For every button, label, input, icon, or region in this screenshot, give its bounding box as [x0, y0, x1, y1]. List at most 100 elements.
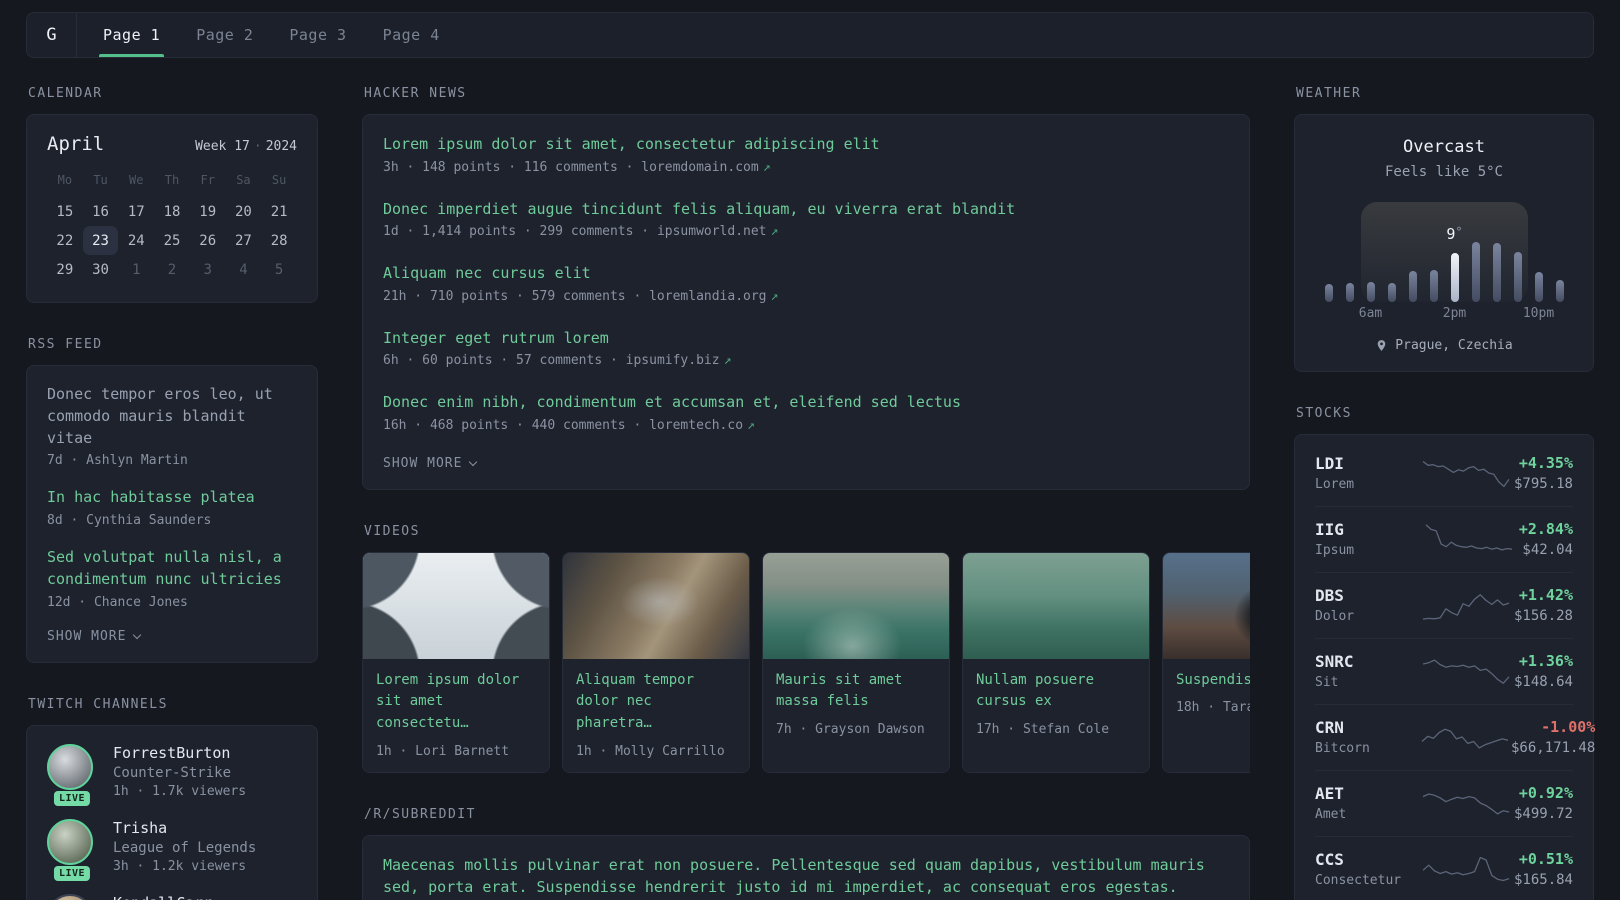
- temperature-bar: [1408, 271, 1417, 302]
- weather-hourly-chart: 9°: [1324, 202, 1564, 302]
- post-meta: 1d · 1,414 points · 299 comments · ipsum…: [383, 224, 1229, 239]
- tab-page-2[interactable]: Page 2: [178, 13, 271, 57]
- sparkline-chart: [1423, 793, 1510, 815]
- stock-sparkline-wrap: [1419, 718, 1511, 756]
- video-card[interactable]: Lorem ipsum dolor sit amet consectetu… 1h…: [362, 551, 550, 773]
- tab-page-3[interactable]: Page 3: [271, 13, 364, 57]
- rss-item-meta: 12d · Chance Jones: [47, 594, 188, 610]
- center-column: HACKER NEWS Lorem ipsum dolor sit amet, …: [362, 86, 1250, 900]
- post-domain-link[interactable]: ipsumify.biz: [626, 353, 720, 368]
- stock-row[interactable]: DBS Dolor +1.42% $156.28: [1315, 572, 1573, 638]
- tab-page-4[interactable]: Page 4: [365, 13, 458, 57]
- hackernews-item-title[interactable]: Aliquam nec cursus elit: [383, 262, 1229, 285]
- video-thumbnail: [963, 552, 1149, 659]
- calendar-day: 16: [92, 203, 109, 220]
- stock-symbol-block: CRN Bitcorn: [1315, 718, 1419, 756]
- post-meta: 21h · 710 points · 579 comments · loreml…: [383, 289, 1229, 304]
- video-meta: 7h · Grayson Dawson: [776, 721, 925, 737]
- app-logo[interactable]: G: [27, 13, 77, 57]
- stock-sparkline-wrap: [1419, 520, 1519, 558]
- hour-label: 2pm: [1442, 306, 1467, 321]
- stock-name: Sit: [1315, 675, 1339, 690]
- twitch-avatar-wrap: LIVE: [47, 743, 97, 806]
- stock-row[interactable]: CCS Consectetur +0.51% $165.84: [1315, 836, 1573, 900]
- twitch-channel-row[interactable]: KendallCarr: [47, 893, 297, 900]
- twitch-channel-row[interactable]: LIVE ForrestBurton Counter-Strike 1h · 1.7k…: [47, 743, 297, 806]
- stock-name: Dolor: [1315, 609, 1355, 624]
- video-title[interactable]: Mauris sit amet massa felis: [776, 670, 936, 713]
- video-card[interactable]: Suspendisse diam 18h · Tara: [1162, 551, 1250, 773]
- weekday-label: Fr: [200, 173, 215, 187]
- chevron-down-icon: [469, 457, 478, 466]
- stock-row[interactable]: CRN Bitcorn -1.00% $66,171.48: [1315, 704, 1595, 770]
- rss-show-more-button[interactable]: SHOW MORE: [47, 629, 297, 644]
- hackernews-item: Donec imperdiet augue tincidunt felis al…: [383, 198, 1229, 240]
- video-card[interactable]: Aliquam tempor dolor nec pharetra… 1h · M…: [562, 551, 750, 773]
- stock-row[interactable]: LDI Lorem +4.35% $795.18: [1315, 441, 1573, 506]
- video-title[interactable]: Lorem ipsum dolor sit amet consectetu…: [376, 670, 536, 735]
- video-card-body: Suspendisse diam 18h · Tara: [1163, 659, 1250, 729]
- rss-item-title[interactable]: In hac habitasse platea: [47, 487, 297, 509]
- hackernews-item-title[interactable]: Lorem ipsum dolor sit amet, consectetur …: [383, 133, 1229, 156]
- external-link-icon[interactable]: ↗: [763, 160, 771, 175]
- hackernews-item-title[interactable]: Donec enim nibh, condimentum et accumsan…: [383, 391, 1229, 414]
- post-domain-link[interactable]: loremtech.co: [649, 418, 743, 433]
- twitch-channel-row[interactable]: LIVE Trisha League of Legends 3h · 1.2k vie…: [47, 818, 297, 881]
- stock-sparkline-wrap: [1419, 784, 1514, 822]
- stock-change: -1.00%: [1541, 718, 1596, 736]
- rss-item-title[interactable]: Sed volutpat nulla nisl, a condimentum n…: [47, 547, 297, 591]
- twitch-channel-name[interactable]: Trisha: [113, 819, 256, 837]
- dashboard-page: G Page 1 Page 2 Page 3 Page 4 CALENDAR Apri…: [0, 0, 1620, 900]
- rss-item-meta: 7d · Ashlyn Martin: [47, 453, 188, 469]
- video-title[interactable]: Nullam posuere cursus ex: [976, 670, 1136, 713]
- avatar: [47, 893, 93, 900]
- weekday-label: We: [129, 173, 144, 187]
- external-link-icon[interactable]: ↗: [771, 289, 779, 304]
- external-link-icon[interactable]: ↗: [747, 418, 755, 433]
- stock-symbol: DBS: [1315, 586, 1344, 605]
- twitch-section-title: TWITCH CHANNELS: [28, 696, 168, 712]
- stock-price-block: +1.42% $156.28: [1514, 586, 1573, 624]
- video-title[interactable]: Aliquam tempor dolor nec pharetra…: [576, 670, 736, 735]
- app-header: G Page 1 Page 2 Page 3 Page 4: [26, 12, 1594, 58]
- video-thumbnail: [363, 552, 549, 659]
- temperature-bar: [1366, 282, 1375, 302]
- video-card[interactable]: Mauris sit amet massa felis 7h · Grayson …: [762, 551, 950, 773]
- post-meta-text: 21h · 710 points · 579 comments ·: [383, 288, 650, 304]
- current-temperature-label: 9°: [1446, 225, 1462, 243]
- hackernews-item-title[interactable]: Donec imperdiet augue tincidunt felis al…: [383, 198, 1229, 221]
- hour-label: 6am: [1358, 306, 1383, 321]
- video-card-body: Mauris sit amet massa felis 7h · Grayson …: [763, 659, 949, 750]
- post-domain-link[interactable]: loremlandia.org: [649, 289, 766, 304]
- tab-page-1[interactable]: Page 1: [85, 13, 178, 57]
- stock-price-block: +1.36% $148.64: [1514, 652, 1573, 690]
- stock-row[interactable]: SNRC Sit +1.36% $148.64: [1315, 638, 1573, 704]
- twitch-channel-name[interactable]: KendallCarr: [113, 894, 212, 900]
- video-title[interactable]: Suspendisse diam: [1176, 670, 1250, 692]
- stock-row[interactable]: AET Amet +0.92% $499.72: [1315, 770, 1573, 836]
- post-domain-link[interactable]: ipsumworld.net: [657, 224, 767, 239]
- calendar-day: 1: [132, 261, 141, 278]
- rss-item-title[interactable]: Donec tempor eros leo, ut commodo mauris…: [47, 384, 297, 449]
- avatar: [47, 743, 93, 790]
- post-domain-link[interactable]: loremdomain.com: [641, 160, 758, 175]
- external-link-icon[interactable]: ↗: [724, 353, 732, 368]
- post-meta: 6h · 60 points · 57 comments · ipsumify.…: [383, 353, 1229, 368]
- video-card[interactable]: Nullam posuere cursus ex 17h · Stefan Col…: [962, 551, 1150, 773]
- hackernews-item: Donec enim nibh, condimentum et accumsan…: [383, 391, 1229, 433]
- hackernews-item-title[interactable]: Integer eget rutrum lorem: [383, 327, 1229, 350]
- weather-feels-like: Feels like 5°C: [1384, 164, 1503, 180]
- stock-change: +0.51%: [1518, 850, 1573, 868]
- live-badge: LIVE: [53, 790, 91, 806]
- twitch-channel-name[interactable]: ForrestBurton: [113, 744, 246, 762]
- hackernews-item: Aliquam nec cursus elit 21h · 710 points …: [383, 262, 1229, 304]
- video-thumbnail: [763, 552, 949, 659]
- subreddit-post-title[interactable]: Maecenas mollis pulvinar erat non posuer…: [383, 854, 1229, 899]
- hackernews-show-more-button[interactable]: SHOW MORE: [383, 456, 1229, 471]
- calendar-day: 18: [163, 203, 181, 220]
- external-link-icon[interactable]: ↗: [771, 224, 779, 239]
- stock-price: $156.28: [1513, 608, 1573, 624]
- stock-row[interactable]: IIG Ipsum +2.84% $42.04: [1315, 506, 1573, 572]
- post-meta-text: 6h · 60 points · 57 comments ·: [383, 353, 626, 368]
- stock-symbol-block: LDI Lorem: [1315, 454, 1419, 492]
